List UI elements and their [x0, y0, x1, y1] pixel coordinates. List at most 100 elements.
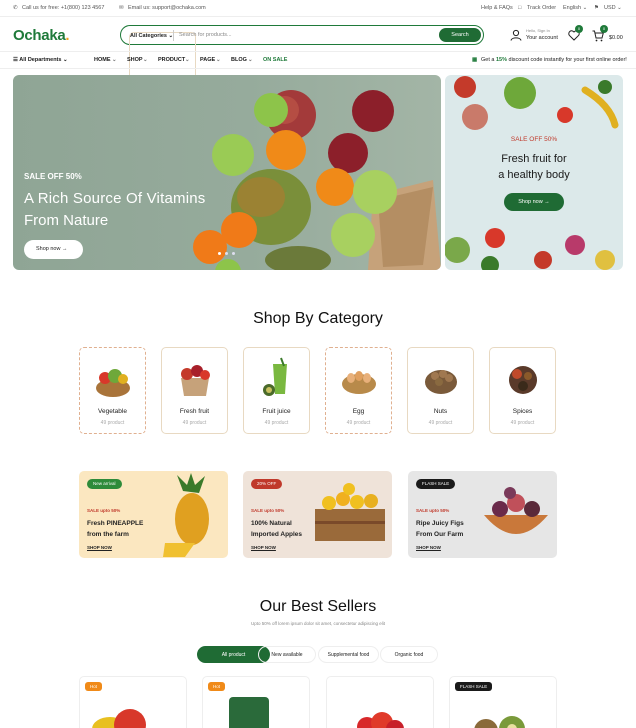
chevron-down-icon: ⌄ — [216, 57, 221, 63]
promo-title: Fresh PINEAPPLE from the farm — [87, 520, 144, 538]
wishlist-count: 0 — [575, 25, 583, 33]
category-name: Nuts — [433, 408, 448, 415]
tab-organic-food[interactable]: Organic food — [380, 646, 438, 663]
account-link[interactable]: Hello, Sign In Your account — [510, 26, 560, 44]
phone-icon: ✆ — [13, 5, 18, 11]
search-bar: All Categories ⌄ Search for products... … — [120, 25, 484, 119]
divider — [173, 30, 174, 41]
product-card[interactable]: Hot — [79, 676, 187, 728]
account-label: Your account — [526, 35, 558, 41]
promo-sale: SALE upto 50% — [251, 508, 285, 513]
call-text: Call us for free: +1(800) 123 4567 — [22, 5, 105, 11]
promo-title: 100% Natural Imported Apples — [251, 520, 303, 538]
category-card-spices[interactable]: Spices 49 product — [489, 347, 556, 434]
search-input[interactable]: Search for products... — [179, 32, 232, 38]
top-bar: ✆ Call us for free: +1(800) 123 4567 ✉ E… — [0, 0, 636, 16]
juice-glass-image — [263, 357, 287, 396]
strawberry-image — [357, 712, 404, 728]
category-card-vegetable[interactable]: Vegetable 49 product — [79, 347, 146, 434]
track-order-link[interactable]: Track Order — [527, 5, 556, 11]
category-card-egg[interactable]: Egg 49 product — [325, 347, 392, 434]
user-icon — [510, 29, 522, 41]
category-card-nuts[interactable]: Nuts 49 product — [407, 347, 474, 434]
tab-supplemental-food[interactable]: Supplemental food — [318, 646, 379, 663]
account-greeting: Hello, Sign In — [526, 28, 550, 33]
header: Ochaka. All Categories ⌄ Search for prod… — [0, 18, 636, 119]
search-button[interactable]: Search — [439, 28, 481, 42]
tab-new-available[interactable]: New available — [258, 646, 316, 663]
divider — [0, 16, 636, 17]
carousel-dot[interactable] — [218, 252, 221, 255]
category-name: Spices — [512, 408, 533, 415]
promo-shop-now-link[interactable]: SHOP NOW — [416, 545, 441, 550]
side-sale-label: SALE OFF 50% — [510, 136, 558, 143]
pepper-image — [92, 709, 146, 728]
carousel-dot[interactable] — [225, 252, 228, 255]
category-name: Fruit juice — [262, 408, 291, 415]
side-shop-now-button[interactable]: Shop now → — [504, 193, 564, 211]
hero-shop-now-button[interactable]: Shop now → — [24, 240, 83, 259]
chevron-down-icon: ⌄ — [143, 57, 148, 63]
category-count: 49 product — [510, 420, 535, 426]
language-select[interactable]: English ⌄ — [563, 5, 587, 11]
tea-pack-image — [229, 697, 269, 728]
promo-shop-now-link[interactable]: SHOP NOW — [87, 545, 112, 550]
promo-card-pineapple[interactable]: New arrival SALE upto 50% Fresh PINEAPPL… — [79, 471, 228, 558]
best-sellers-title: Our Best Sellers — [259, 598, 377, 615]
category-count: 49 product — [428, 420, 453, 426]
nav-item-shop[interactable]: SHOP — [127, 57, 143, 63]
promo-card-apples[interactable]: 20% OFF SALE upto 50% 100% Natural Import… — [243, 471, 392, 558]
best-sellers-subtitle: Upto 50% off lorem ipsum dolor sit amet,… — [251, 621, 385, 626]
promo-tag: FLASH SALE — [416, 479, 456, 489]
product-card[interactable] — [326, 676, 434, 728]
currency-select[interactable]: USD ⌄ — [604, 5, 622, 11]
promo-tag: 20% OFF — [251, 479, 283, 489]
hero-title-line1: A Rich Source Of Vitamins — [24, 190, 206, 207]
main-nav: ☰ All Departments ⌄ HOME ⌄ SHOP ⌄ PRODUC… — [0, 52, 636, 68]
all-departments-button[interactable]: ☰ All Departments ⌄ — [13, 57, 68, 63]
carousel-dot[interactable] — [232, 252, 235, 255]
category-card-fruit-juice[interactable]: Fruit juice 49 product — [243, 347, 310, 434]
help-link[interactable]: Help & FAQs — [481, 5, 513, 11]
category-count: 49 product — [264, 420, 289, 426]
category-name: Fresh fruit — [179, 408, 210, 415]
cart-button[interactable]: 0 $0.00 — [592, 25, 628, 43]
chevron-down-icon: ⌄ — [248, 57, 253, 63]
promo-title: Ripe Juicy Figs From Our Farm — [416, 520, 464, 538]
nuts-basket-image — [425, 370, 457, 394]
product-card[interactable]: FLASH SALE — [449, 676, 557, 728]
promo-tag: New arrival — [87, 479, 122, 489]
pineapple-image — [163, 473, 209, 557]
figs-bowl-image — [484, 487, 548, 534]
cart-count: 0 — [600, 25, 608, 33]
category-card-fresh-fruit[interactable]: Fresh fruit 49 product — [161, 347, 228, 434]
wishlist-button[interactable]: 0 — [568, 25, 583, 42]
product-card[interactable]: Hot — [202, 676, 310, 728]
promo-card-figs[interactable]: FLASH SALE SALE upto 50% Ripe Juicy Figs… — [408, 471, 557, 558]
logo[interactable]: Ochaka. — [13, 27, 70, 44]
nav-item-on-sale[interactable]: ON SALE — [263, 57, 287, 63]
divider — [0, 68, 636, 69]
spices-image — [509, 366, 537, 394]
promo-text: Get a 15% discount code instantly for yo… — [481, 57, 627, 63]
chevron-down-icon: ⌄ — [185, 57, 190, 63]
promo-sale: SALE upto 50% — [87, 508, 121, 513]
track-icon: □ — [518, 5, 522, 11]
nav-item-home[interactable]: HOME — [94, 57, 111, 63]
cart-total: $0.00 — [609, 35, 623, 41]
chevron-down-icon: ⌄ — [112, 57, 117, 63]
category-section-title: Shop By Category — [253, 310, 383, 327]
category-count: 49 product — [100, 420, 125, 426]
nav-item-page[interactable]: PAGE — [200, 57, 215, 63]
hero-sale-label: SALE OFF 50% — [24, 172, 82, 181]
category-count: 49 product — [346, 420, 371, 426]
vegetable-basket-image — [96, 369, 130, 397]
gift-icon: ▦ — [472, 57, 478, 63]
promo-sale: SALE upto 50% — [416, 508, 450, 513]
promo-shop-now-link[interactable]: SHOP NOW — [251, 545, 276, 550]
nav-item-product[interactable]: PRODUCT — [158, 57, 185, 63]
email-text: Email us: support@ochaka.com — [128, 5, 206, 11]
flag-icon: ⚑ — [594, 5, 599, 11]
kiwi-image — [474, 716, 525, 728]
nav-item-blog[interactable]: BLOG — [231, 57, 247, 63]
